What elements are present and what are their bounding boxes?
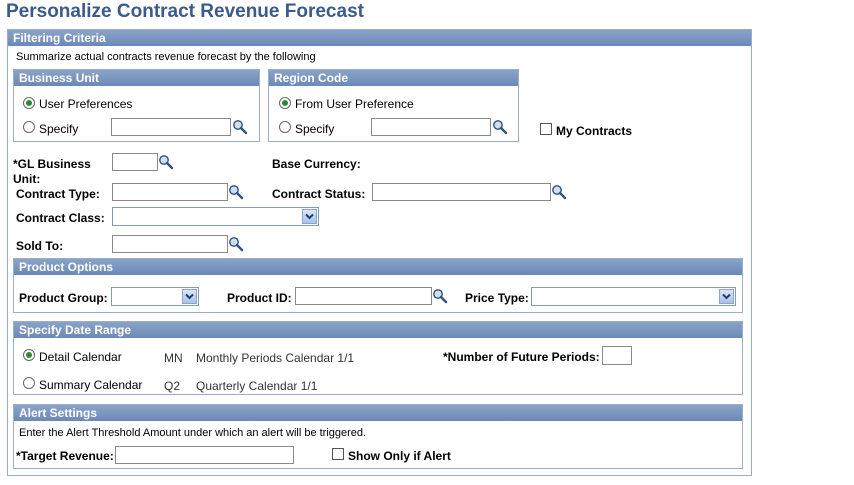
- alert-description: Enter the Alert Threshold Amount under w…: [19, 427, 367, 439]
- show-only-if-alert-label: Show Only if Alert: [348, 449, 451, 463]
- bu-user-preferences-radio[interactable]: [23, 97, 35, 109]
- sold-to-input[interactable]: [112, 235, 228, 253]
- detail-calendar-description: Monthly Periods Calendar 1/1: [196, 351, 355, 365]
- detail-calendar-code: MN: [164, 351, 183, 365]
- sold-to-label: Sold To:: [16, 239, 64, 253]
- my-contracts-checkbox[interactable]: [540, 123, 552, 135]
- alert-settings-header: Alert Settings: [14, 405, 742, 421]
- price-type-label: Price Type:: [465, 291, 529, 305]
- bu-specify-radio[interactable]: [23, 121, 35, 133]
- rc-specify-input[interactable]: [371, 118, 491, 136]
- contract-status-label: Contract Status:: [272, 187, 366, 201]
- region-code-header: Region Code: [269, 70, 518, 86]
- contract-type-label: Contract Type:: [16, 187, 100, 201]
- gl-business-unit-search-icon[interactable]: [158, 154, 174, 170]
- product-id-search-icon[interactable]: [432, 288, 448, 304]
- contract-type-input[interactable]: [112, 183, 228, 201]
- contract-class-dropdown-arrow[interactable]: [302, 209, 317, 224]
- future-periods-label: *Number of Future Periods:: [443, 350, 600, 364]
- target-revenue-input[interactable]: [115, 446, 294, 464]
- sold-to-search-icon[interactable]: [228, 236, 244, 252]
- bu-specify-input[interactable]: [111, 118, 231, 136]
- product-id-label: Product ID:: [227, 291, 292, 305]
- rc-user-preference-radio[interactable]: [279, 97, 291, 109]
- target-revenue-label: *Target Revenue:: [16, 449, 114, 463]
- chevron-down-icon: [303, 210, 316, 223]
- price-type-dropdown-arrow[interactable]: [719, 289, 734, 304]
- base-currency-label: Base Currency:: [272, 157, 361, 171]
- rc-user-preference-label: From User Preference: [295, 97, 414, 111]
- contract-status-search-icon[interactable]: [551, 184, 567, 200]
- show-only-if-alert-checkbox[interactable]: [332, 448, 344, 460]
- summary-calendar-label: Summary Calendar: [39, 378, 143, 392]
- gl-business-unit-input[interactable]: [112, 153, 158, 171]
- price-type-select[interactable]: [531, 287, 736, 306]
- page-title: Personalize Contract Revenue Forecast: [6, 1, 364, 22]
- chevron-down-icon: [183, 290, 196, 303]
- rc-lookup-search-icon[interactable]: [492, 119, 508, 135]
- product-options-header: Product Options: [14, 259, 742, 275]
- bu-user-preferences-label: User Preferences: [39, 97, 133, 111]
- summary-calendar-code: Q2: [164, 379, 181, 393]
- rc-specify-radio[interactable]: [279, 121, 291, 133]
- filtering-criteria-header: Filtering Criteria: [8, 30, 751, 46]
- date-range-header: Specify Date Range: [14, 322, 742, 338]
- summary-calendar-description: Quarterly Calendar 1/1: [196, 379, 318, 393]
- bu-specify-label: Specify: [39, 122, 79, 136]
- summary-calendar-radio[interactable]: [23, 377, 35, 389]
- filtering-description: Summarize actual contracts revenue forec…: [16, 51, 316, 63]
- detail-calendar-label: Detail Calendar: [39, 350, 122, 364]
- rc-specify-label: Specify: [295, 122, 335, 136]
- my-contracts-label: My Contracts: [556, 124, 633, 138]
- contract-class-label: Contract Class:: [16, 211, 105, 225]
- product-group-dropdown-arrow[interactable]: [182, 289, 197, 304]
- product-group-select[interactable]: [111, 287, 199, 306]
- future-periods-input[interactable]: [602, 346, 632, 365]
- bu-lookup-search-icon[interactable]: [232, 119, 248, 135]
- chevron-down-icon: [720, 290, 733, 303]
- gl-business-unit-label: *GL Business Unit:: [13, 157, 91, 186]
- contract-status-input[interactable]: [372, 183, 551, 201]
- detail-calendar-radio[interactable]: [23, 349, 35, 361]
- product-group-label: Product Group:: [19, 291, 108, 305]
- business-unit-header: Business Unit: [14, 70, 259, 86]
- contract-type-search-icon[interactable]: [228, 184, 244, 200]
- product-id-input[interactable]: [295, 287, 432, 305]
- contract-class-select[interactable]: [112, 207, 319, 226]
